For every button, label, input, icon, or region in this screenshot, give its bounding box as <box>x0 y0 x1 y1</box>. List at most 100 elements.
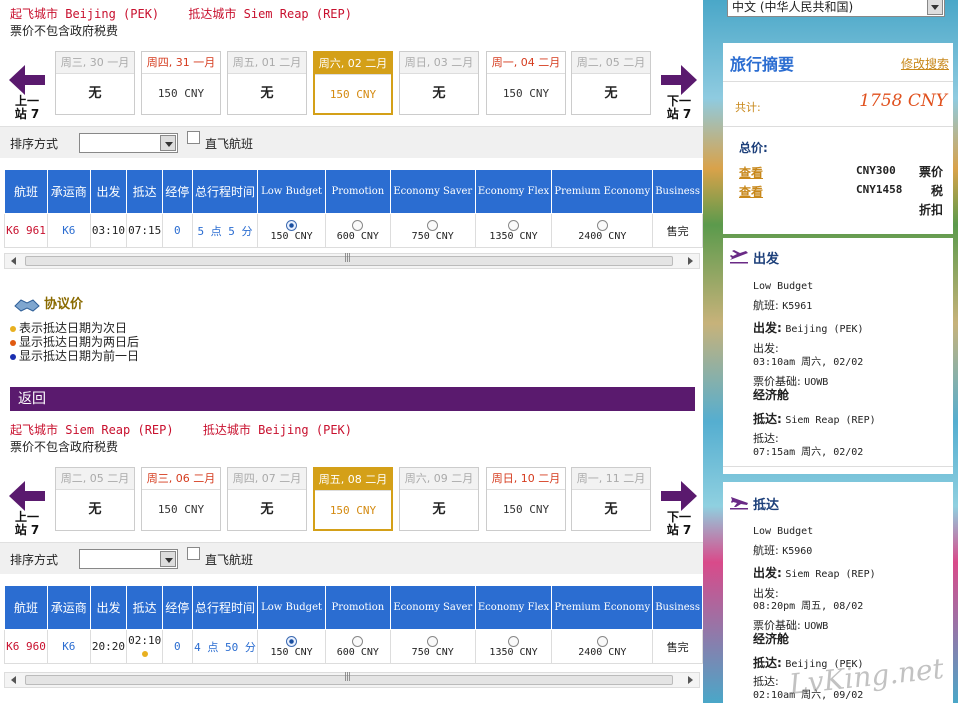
date-option[interactable]: 周三, 06 二月 150 CNY <box>141 467 221 531</box>
plane-landing-icon <box>730 497 748 510</box>
depart-time-cell: 03:10 <box>89 213 128 248</box>
date-price: 无 <box>260 86 274 101</box>
stops-cell[interactable]: 0 <box>161 629 193 664</box>
fare-radio[interactable] <box>352 219 364 231</box>
column-header-arrive: 抵达 <box>126 169 163 214</box>
depart-time: 03:10am 周六, 02/02 <box>753 357 864 368</box>
fare-radio[interactable] <box>508 635 519 647</box>
price-label: 总价: <box>739 141 768 155</box>
depart-city: Beijing (PEK) <box>785 324 864 335</box>
date-option[interactable]: 周六, 02 二月 150 CNY <box>313 51 393 115</box>
scroll-left-icon[interactable] <box>11 676 16 684</box>
date-option[interactable]: 周四, 07 二月无 <box>227 467 307 531</box>
fare-option-cell: 600 CNY <box>324 629 391 664</box>
sort-select[interactable] <box>79 549 178 569</box>
flight-label: 航班: <box>753 544 779 557</box>
depart-city-line: 出发: Siem Reap (REP) <box>753 567 876 581</box>
date-price: 无 <box>88 86 102 101</box>
date-option[interactable]: 周五, 08 二月 150 CNY <box>313 467 393 531</box>
depart-city-line: 出发: Beijing (PEK) <box>753 322 864 336</box>
arrive-time: 07:15am 周六, 02/02 <box>753 447 864 458</box>
date-option[interactable]: 周五, 01 二月无 <box>227 51 307 115</box>
depart-time: 08:20pm 周五, 08/02 <box>753 601 864 612</box>
outbound-prev-button[interactable]: 上一站 7 <box>4 65 50 125</box>
outbound-horizontal-scrollbar[interactable] <box>4 253 700 269</box>
table-row[interactable]: K6 961 K6 03:10 07:15 0 5 点 5 分 150 CNY 600 CNY… <box>3 213 703 248</box>
date-option[interactable]: 周二, 05 二月无 <box>55 467 135 531</box>
date-label: 周四, 31 一月 <box>142 52 220 74</box>
fare-option-cell: 2400 CNY <box>551 213 654 248</box>
fare-option-cell: 750 CNY <box>389 213 476 248</box>
depart-time-label: 出发: <box>753 587 779 600</box>
direct-flight-checkbox[interactable] <box>187 547 200 560</box>
inbound-flight-table: 航班 承运商 出发 抵达 经停 总行程时间 Low Budget Promotion Econo… <box>3 585 703 664</box>
date-option[interactable]: 周日, 10 二月 150 CNY <box>486 467 566 531</box>
next-label: 下一站 7 <box>666 510 692 537</box>
fare-price: 750 CNY <box>411 647 454 658</box>
plane-takeoff-icon <box>730 250 748 264</box>
scroll-thumb[interactable] <box>25 253 673 266</box>
view-fare-link[interactable]: 查看 <box>739 164 763 181</box>
fare-price: 2400 CNY <box>578 231 627 242</box>
date-option[interactable]: 周日, 03 二月无 <box>399 51 479 115</box>
business-sold-out-cell: 售完 <box>652 213 703 248</box>
scroll-right-icon[interactable] <box>688 676 693 684</box>
outbound-tax-note: 票价不包含政府税费 <box>10 24 119 38</box>
date-option[interactable]: 周二, 05 二月无 <box>571 51 651 115</box>
inbound-horizontal-scrollbar[interactable] <box>4 672 700 688</box>
date-option[interactable]: 周一, 11 二月无 <box>571 467 651 531</box>
arrow-right-icon <box>661 65 697 95</box>
direct-flight-label: 直飞航班 <box>205 553 254 567</box>
duration-cell[interactable]: 4 点 50 分 <box>191 629 259 664</box>
trip-summary-sidebar: 中文 (中华人民共和国) 旅行摘要 修改搜索 共计: 1758 CNY 总价: … <box>703 0 958 703</box>
flight-number: K5960 <box>782 546 813 557</box>
fare-radio[interactable] <box>286 635 298 647</box>
column-header-flight: 航班 <box>3 585 49 630</box>
scroll-right-icon[interactable] <box>688 257 693 265</box>
fare-radio[interactable] <box>596 219 608 231</box>
departure-title: 出发 <box>753 252 780 267</box>
next-day-dot-icon <box>141 650 148 657</box>
depart-label: 出发: <box>753 566 782 580</box>
fare-radio[interactable] <box>286 219 298 231</box>
fare-basis: UOWB <box>804 621 829 632</box>
fare-radio[interactable] <box>427 219 439 231</box>
column-header-fare: Business <box>652 585 703 630</box>
date-option[interactable]: 周一, 04 二月 150 CNY <box>486 51 566 115</box>
flight-selection-panel: 起飞城市 Beijing (PEK) 抵达城市 Siem Reap (REP) … <box>0 0 703 703</box>
inbound-prev-button[interactable]: 上一站 7 <box>4 481 50 541</box>
inbound-next-button[interactable]: 下一站 7 <box>656 481 702 541</box>
fare-radio[interactable] <box>352 635 364 647</box>
return-segment-header: 抵达 <box>723 488 953 518</box>
arrive-city: Siem Reap (REP) <box>785 415 876 426</box>
fare-price: 150 CNY <box>270 647 313 658</box>
date-option[interactable]: 周四, 31 一月 150 CNY <box>141 51 221 115</box>
agreement-price-label: 协议价 <box>44 297 84 312</box>
fare-radio[interactable] <box>427 635 439 647</box>
sort-select[interactable] <box>79 133 178 153</box>
fare-radio[interactable] <box>508 219 519 231</box>
stops-cell[interactable]: 0 <box>161 213 193 248</box>
duration-cell[interactable]: 5 点 5 分 <box>191 213 259 248</box>
outbound-to: 抵达城市 Siem Reap (REP) <box>188 7 352 21</box>
scroll-thumb[interactable] <box>25 672 673 685</box>
language-select[interactable]: 中文 (中华人民共和国) <box>727 0 945 17</box>
scroll-left-icon[interactable] <box>11 257 16 265</box>
date-option[interactable]: 周三, 30 一月无 <box>55 51 135 115</box>
arrive-time-cell-text: 07:15 <box>128 224 162 237</box>
edit-search-link[interactable]: 修改搜索 <box>901 55 949 72</box>
carrier-cell[interactable]: K6 <box>47 213 91 248</box>
table-row[interactable]: K6 960 K6 20:20 02:10 0 4 点 50 分 150 CNY 600 CN… <box>3 629 703 664</box>
date-option[interactable]: 周六, 09 二月无 <box>399 467 479 531</box>
date-label: 周一, 04 二月 <box>487 52 565 74</box>
column-header-depart: 出发 <box>89 585 128 630</box>
date-price: 150 CNY <box>157 87 205 100</box>
direct-flight-checkbox[interactable] <box>187 131 200 144</box>
carrier-cell[interactable]: K6 <box>47 629 91 664</box>
date-price: 150 CNY <box>329 88 377 101</box>
fare-radio[interactable] <box>596 635 608 647</box>
outbound-next-button[interactable]: 下一站 7 <box>656 65 702 125</box>
view-tax-link[interactable]: 查看 <box>739 183 763 200</box>
date-label: 周六, 02 二月 <box>315 53 391 75</box>
depart-label: 出发: <box>753 321 782 335</box>
